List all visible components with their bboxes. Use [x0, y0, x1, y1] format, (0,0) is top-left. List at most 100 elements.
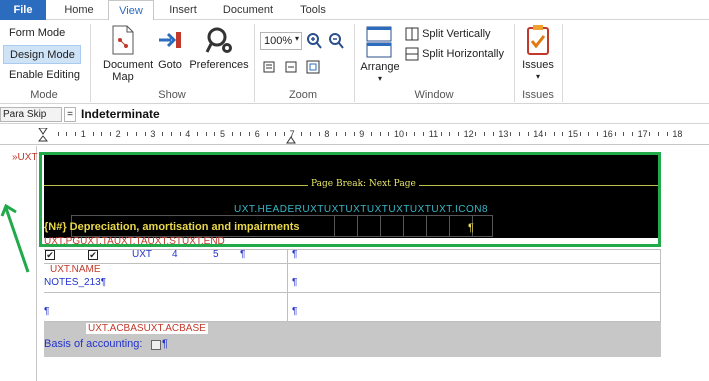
ruler-number: 10: [394, 129, 405, 139]
side-code: »UXT: [12, 152, 38, 163]
equals-button[interactable]: =: [64, 107, 76, 122]
whole-page-button[interactable]: [306, 60, 320, 77]
page-width-button[interactable]: [284, 60, 298, 77]
formula-value[interactable]: Indeterminate: [81, 106, 160, 123]
ruler-tick: [75, 132, 77, 136]
ruler-number: 2: [115, 129, 121, 139]
tab-view[interactable]: View: [108, 0, 154, 21]
ruler-tick: [275, 132, 277, 136]
issues-label: Issues: [522, 59, 554, 71]
annotation-arrow-icon: [0, 203, 30, 273]
ruler-tick: [101, 132, 103, 136]
ruler-tick: [588, 132, 590, 136]
chevron-down-icon: ▾: [535, 72, 540, 81]
one-page-button[interactable]: [262, 60, 276, 77]
ruler-tick: [388, 132, 390, 136]
enable-editing-button[interactable]: Enable Editing: [3, 66, 81, 85]
ruler-number: 18: [672, 129, 683, 139]
ruler-tick: [492, 132, 494, 136]
goto-icon: [159, 32, 181, 48]
ruler-tick: [379, 132, 381, 136]
ruler-tick: [170, 132, 172, 136]
ruler-tick: [553, 132, 555, 136]
ruler-tick: [127, 132, 129, 136]
pilcrow-mark: ¶: [292, 249, 298, 260]
ruler-tick: [162, 132, 164, 136]
ruler-tick: [205, 132, 207, 136]
cell-4[interactable]: 4: [172, 249, 178, 260]
ribbon: Form Mode Design Mode Enable Editing Mod…: [0, 20, 709, 104]
ruler-tick: [196, 132, 198, 136]
cell-5[interactable]: 5: [213, 249, 219, 260]
zoom-out-icon: [329, 33, 344, 49]
ruler-number: 13: [498, 129, 509, 139]
ruler-number: 12: [463, 129, 474, 139]
group-separator: [354, 24, 355, 102]
split-vertically-icon: [405, 27, 419, 41]
ruler-tick: [109, 132, 111, 136]
checkbox-2[interactable]: ✔: [88, 250, 98, 260]
tab-file[interactable]: File: [0, 0, 46, 20]
ruler-number: 16: [602, 129, 613, 139]
ruler-tick: [414, 132, 416, 136]
style-combo[interactable]: Para Skip: [0, 107, 62, 122]
indent-marker-icon[interactable]: [38, 128, 48, 144]
ruler-tick: [57, 132, 59, 136]
preferences-label: Preferences: [189, 59, 249, 71]
cell-uxt[interactable]: UXT: [132, 249, 152, 260]
ruler-tick: [666, 132, 668, 136]
ruler-tick: [144, 132, 146, 136]
ruler-number: 4: [185, 129, 191, 139]
ruler-number: 17: [637, 129, 648, 139]
document-map-button[interactable]: Document Map: [95, 24, 153, 83]
form-mode-button[interactable]: Form Mode: [3, 24, 81, 43]
ruler-tick: [66, 132, 68, 136]
split-horizontally-label: Split Horizontally: [422, 48, 504, 60]
tab-home[interactable]: Home: [55, 0, 103, 20]
design-mode-button[interactable]: Design Mode: [3, 45, 81, 64]
goto-button[interactable]: Goto: [154, 24, 186, 71]
ruler-number: 11: [428, 129, 439, 139]
accounting-basis-section[interactable]: UXT.ACBASUXT.ACBASE Basis of accounting:…: [44, 322, 661, 357]
checkbox-1[interactable]: ✔: [45, 250, 55, 260]
preferences-icon: [205, 27, 232, 53]
ruler-tick: [449, 132, 451, 136]
tab-tools[interactable]: Tools: [290, 0, 336, 20]
clipboard-check-icon: [527, 25, 549, 55]
notes-field[interactable]: NOTES_213¶: [44, 277, 106, 288]
ruler-tick: [631, 132, 633, 136]
zoom-in-button[interactable]: [306, 32, 322, 53]
ruler-tick: [249, 132, 251, 136]
group-label-mode: Mode: [30, 89, 58, 101]
ruler-tick: [310, 132, 311, 136]
arrange-button[interactable]: Arrange ▾: [358, 24, 402, 85]
split-vertically-label: Split Vertically: [422, 28, 491, 40]
one-page-icon: [263, 61, 275, 73]
pilcrow-mark: ¶: [162, 338, 168, 350]
document-map-icon: [112, 25, 134, 55]
zoom-select[interactable]: 100% ▾: [260, 32, 302, 50]
ruler-number: 15: [568, 129, 579, 139]
issues-button[interactable]: Issues ▾: [518, 24, 558, 83]
basis-label[interactable]: Basis of accounting:: [44, 338, 142, 350]
group-separator: [514, 24, 515, 102]
split-horizontally-button[interactable]: Split Horizontally: [405, 45, 504, 64]
ruler-tick: [440, 132, 442, 136]
split-vertically-button[interactable]: Split Vertically: [405, 25, 491, 44]
ruler-tick: [623, 132, 625, 136]
ruler-number: 1: [80, 129, 86, 139]
zoom-out-button[interactable]: [328, 32, 344, 53]
basis-field-box[interactable]: [151, 340, 161, 350]
whole-page-icon: [306, 60, 320, 74]
preferences-button[interactable]: Preferences: [189, 24, 249, 71]
pilcrow-mark: ¶: [292, 306, 298, 317]
ruler-tick: [544, 132, 546, 136]
ruler-number: 8: [324, 129, 330, 139]
tab-document[interactable]: Document: [217, 0, 279, 20]
group-label-issues: Issues: [522, 89, 554, 101]
ruler-tick: [283, 132, 285, 136]
arrange-label: Arrange: [360, 61, 400, 73]
ruler-tick: [658, 132, 659, 136]
ruler[interactable]: 1 2 3 4 5 6 7 8 9 10 11 12 13 14 15 16 17 18: [0, 124, 709, 145]
tab-insert[interactable]: Insert: [160, 0, 206, 20]
